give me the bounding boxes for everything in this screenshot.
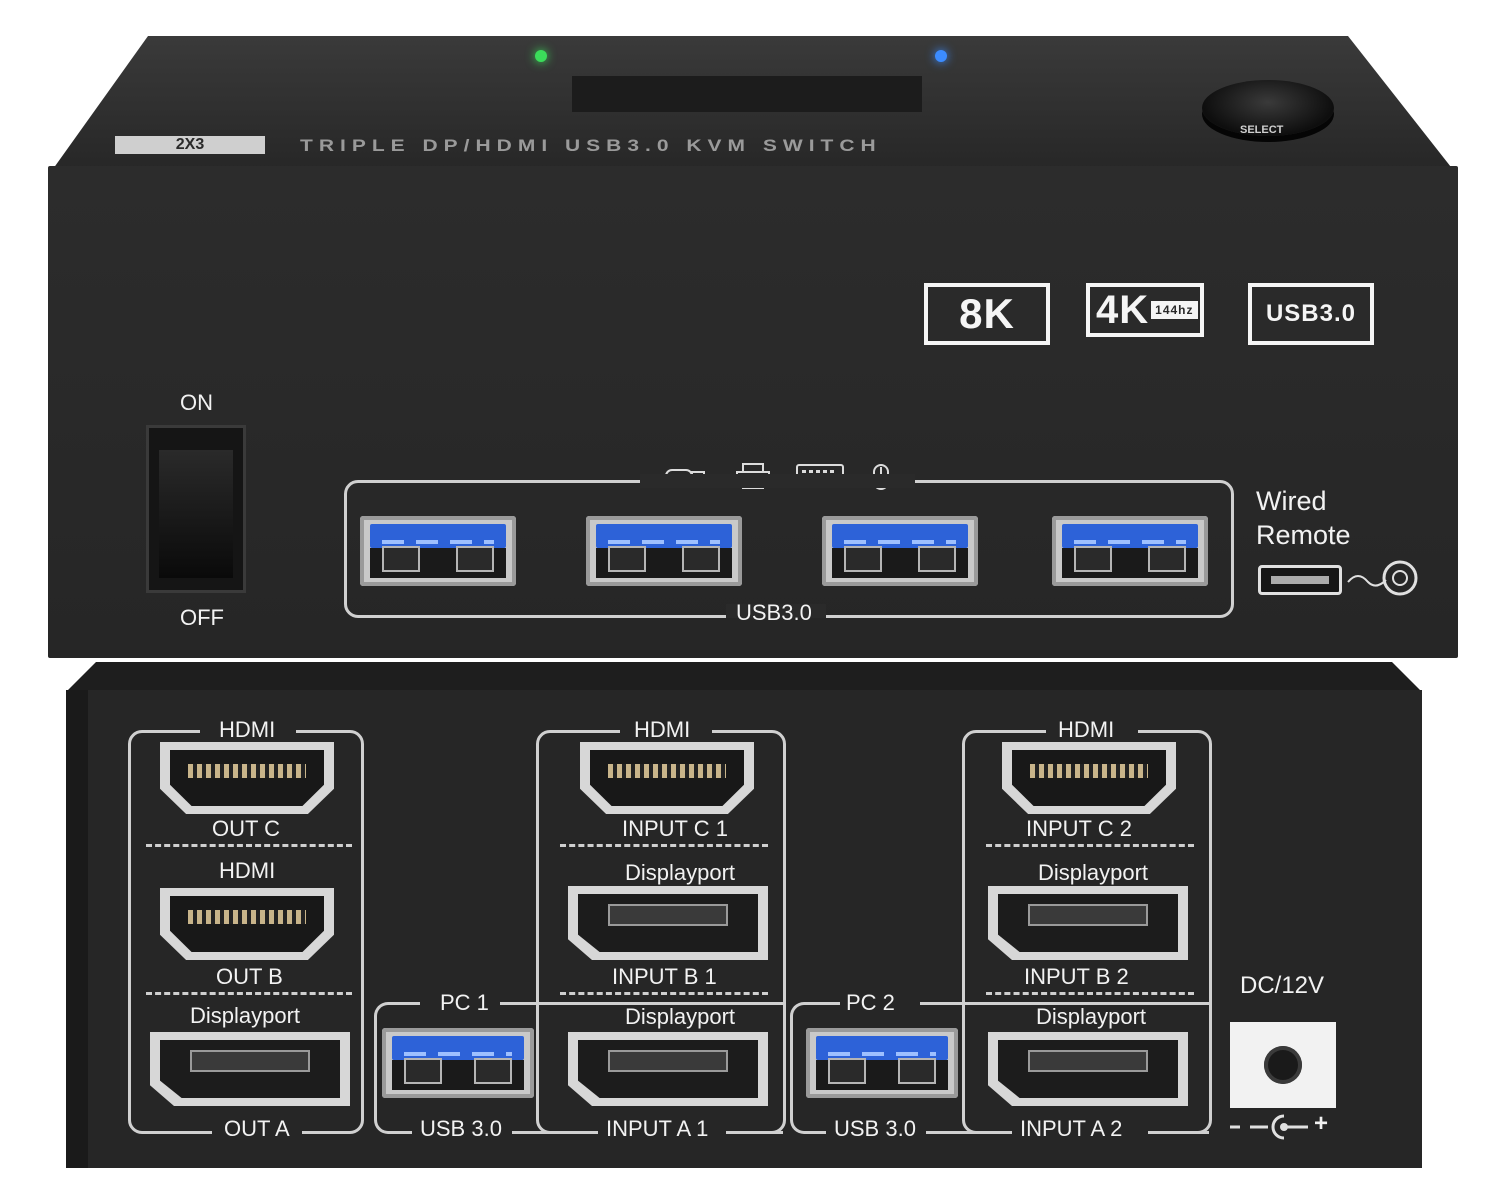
dp-input-b1-port[interactable] <box>568 886 768 960</box>
pc2-usb-port[interactable] <box>806 1028 958 1098</box>
pc1-usb-port[interactable] <box>382 1028 534 1098</box>
remote-cable-icon <box>1346 560 1420 605</box>
front-usb-port-3[interactable] <box>822 516 978 586</box>
divider <box>560 844 768 847</box>
divider <box>146 844 352 847</box>
power-on-label: ON <box>180 390 213 415</box>
front-usb-port-2[interactable] <box>586 516 742 586</box>
divider <box>146 992 352 995</box>
divider <box>986 992 1194 995</box>
front-usb-port-4[interactable] <box>1052 516 1208 586</box>
hdmi-out-b-port[interactable] <box>160 888 334 960</box>
dc-power-jack[interactable] <box>1230 1022 1336 1108</box>
pc2-label: PC 2 <box>846 990 895 1015</box>
frame-gap <box>640 474 915 488</box>
dc-input-label: DC/12V <box>1240 972 1325 999</box>
pc1-dp-a-label: Displayport <box>625 1004 736 1029</box>
input-c2-label: INPUT C 2 <box>1026 816 1132 841</box>
input-a1-label: INPUT A 1 <box>606 1116 709 1141</box>
hdmi-input-c1-port[interactable] <box>580 742 754 814</box>
pc2-usb-label: USB 3.0 <box>834 1116 916 1141</box>
bottom-unit-side <box>66 690 88 1168</box>
dp-input-b2-port[interactable] <box>988 886 1188 960</box>
product-title: TRIPLE DP/HDMI USB3.0 KVM SWITCH <box>300 136 882 155</box>
polarity-plus: + <box>1314 1110 1329 1137</box>
input-c1-label: INPUT C 1 <box>622 816 728 841</box>
pc1-hdmi-label: HDMI <box>634 717 691 742</box>
dp-out-a-port[interactable] <box>150 1032 350 1106</box>
pc2-dp-b-label: Displayport <box>1038 860 1149 885</box>
dp-input-a2-port[interactable] <box>988 1032 1188 1106</box>
out-b-label: OUT B <box>216 964 283 989</box>
badge-8k: 8K <box>924 283 1050 345</box>
front-usb-port-1[interactable] <box>360 516 516 586</box>
dp-input-a1-port[interactable] <box>568 1032 768 1106</box>
model-badge: 2X3 <box>115 136 265 154</box>
display-window <box>572 76 922 112</box>
hdmi-out-c-port[interactable] <box>160 742 334 814</box>
usb-hub-label: USB3.0 <box>736 600 812 625</box>
pc2-hdmi-label: HDMI <box>1058 717 1115 742</box>
pc1-usb-label: USB 3.0 <box>420 1116 502 1141</box>
remote-port-pins <box>1271 576 1329 584</box>
badge-usb3: USB3.0 <box>1248 283 1374 345</box>
remote-port[interactable] <box>1258 565 1342 595</box>
out-c-hdmi-label: HDMI <box>219 717 276 742</box>
dc-jack-hole <box>1264 1046 1302 1084</box>
divider <box>986 844 1194 847</box>
hdmi-input-c2-port[interactable] <box>1002 742 1176 814</box>
badge-4k-text: 4K <box>1096 287 1150 332</box>
out-a-dp-label: Displayport <box>190 1003 301 1028</box>
wired-remote-label-1: Wired <box>1256 486 1327 516</box>
out-b-hdmi-label: HDMI <box>219 858 276 883</box>
pc1-label: PC 1 <box>440 990 489 1015</box>
input-a2-label: INPUT A 2 <box>1020 1116 1123 1141</box>
power-switch[interactable] <box>146 425 246 593</box>
input-b2-label: INPUT B 2 <box>1024 964 1129 989</box>
blue-led <box>935 50 947 62</box>
badge-144hz-text: 144hz <box>1151 301 1198 319</box>
green-led <box>535 50 547 62</box>
divider <box>560 992 768 995</box>
power-off-label: OFF <box>180 605 224 630</box>
pc2-dp-a-label: Displayport <box>1036 1004 1147 1029</box>
wired-remote-label-2: Remote <box>1256 520 1351 550</box>
out-c-label: OUT C <box>212 816 281 841</box>
badge-4k-144hz: 4K 144hz <box>1086 283 1204 337</box>
out-a-label: OUT A <box>224 1116 290 1141</box>
input-b1-label: INPUT B 1 <box>612 964 717 989</box>
pc1-dp-b-label: Displayport <box>625 860 736 885</box>
power-rocker[interactable] <box>159 450 233 578</box>
select-label: SELECT <box>1240 124 1284 136</box>
